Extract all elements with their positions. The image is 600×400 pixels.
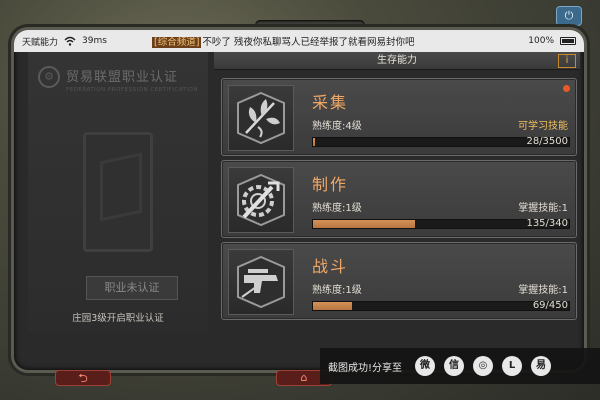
chat-message-text: 不吵了 残夜你私聊骂人已经举报了就看网易封你吧: [202, 37, 415, 48]
chat-channel-tag: [综合频道]: [152, 37, 202, 48]
share-label: 截图成功!分享至: [328, 362, 403, 374]
battery-icon: [560, 37, 576, 45]
skill-name: 战斗: [312, 257, 349, 276]
skill-status: 掌握技能:1: [518, 285, 568, 296]
battery-percent: 100%: [528, 36, 554, 46]
certification-panel: ⚙ 贸易联盟职业认证 FEDERATION PROFESSION CERTIFI…: [28, 52, 208, 332]
leaf-icon: [228, 85, 294, 151]
back-arrow-icon: ⮌: [78, 371, 88, 385]
ping-value: 39ms: [82, 36, 107, 46]
survival-title: 生存能力: [377, 55, 417, 66]
skill-progress-fill: [313, 138, 316, 146]
info-button[interactable]: i: [558, 54, 576, 68]
home-icon: ⌂: [300, 371, 308, 384]
moments-icon[interactable]: ◎: [473, 356, 494, 376]
skill-level: 熟练度:4级: [312, 121, 362, 132]
cert-subtitle: FEDERATION PROFESSION CERTIFICATION: [66, 87, 198, 93]
status-left: 天赋能力 39ms: [22, 35, 152, 48]
federation-logo-icon: ⚙: [38, 66, 60, 88]
skill-card-craft[interactable]: 制作 熟练度:1级 掌握技能:1 135/340: [221, 160, 577, 238]
wrench-gear-icon: [228, 167, 294, 233]
skill-name: 制作: [312, 175, 349, 194]
skill-card-combat[interactable]: 战斗 熟练度:1级 掌握技能:1 69/450: [221, 242, 577, 320]
skill-card-gather[interactable]: 采集 熟练度:4级 可学习技能 28/3500: [221, 78, 577, 156]
power-icon[interactable]: ⏻: [556, 6, 582, 26]
back-button[interactable]: ⮌: [55, 370, 111, 386]
skill-level: 熟练度:1级: [312, 285, 362, 296]
lofter-icon[interactable]: L: [502, 356, 523, 376]
device-frame: ⏻ 天赋能力 39ms [综合频道] 不吵了 残夜你私聊骂人已经举报了就看网易封你…: [0, 0, 600, 400]
new-indicator-dot: [563, 85, 570, 92]
yixin-icon[interactable]: 易: [531, 356, 552, 376]
cert-title-row: ⚙ 贸易联盟职业认证 FEDERATION PROFESSION CERTIFI…: [38, 66, 198, 93]
cert-title: 贸易联盟职业认证: [66, 70, 179, 85]
skill-progress-text: 28/3500: [526, 136, 568, 147]
skill-status: 可学习技能: [518, 121, 568, 132]
chat-message[interactable]: [综合频道] 不吵了 残夜你私聊骂人已经举报了就看网易封你吧: [152, 34, 528, 48]
weibo-icon[interactable]: 微: [415, 356, 436, 376]
skill-progress-fill: [313, 220, 415, 228]
certification-emblem-icon: [83, 132, 153, 252]
share-bar: 截图成功!分享至 微 信 ◎ L 易: [320, 348, 600, 384]
frame-notch: [255, 20, 365, 30]
status-right: 100%: [528, 36, 576, 46]
status-bar: 天赋能力 39ms [综合频道] 不吵了 残夜你私聊骂人已经举报了就看网易封你吧 …: [14, 30, 584, 52]
game-screen: 天赋能力 39ms [综合频道] 不吵了 残夜你私聊骂人已经举报了就看网易封你吧 …: [14, 30, 584, 370]
cert-hint: 庄园3级开启职业认证: [72, 313, 164, 324]
survival-header: 生存能力 i: [214, 52, 580, 70]
skill-name: 采集: [312, 93, 349, 112]
skill-status: 掌握技能:1: [518, 203, 568, 214]
wifi-icon: [64, 36, 76, 46]
skill-progress-text: 135/340: [526, 218, 568, 229]
gun-icon: [228, 249, 294, 315]
skill-progress-fill: [313, 302, 353, 310]
skill-progress-text: 69/450: [532, 300, 568, 311]
uncertified-button[interactable]: 职业未认证: [86, 276, 178, 300]
wechat-icon[interactable]: 信: [444, 356, 465, 376]
skill-progress-bar: [312, 301, 570, 311]
talent-label: 天赋能力: [22, 37, 59, 48]
skill-level: 熟练度:1级: [312, 203, 362, 214]
